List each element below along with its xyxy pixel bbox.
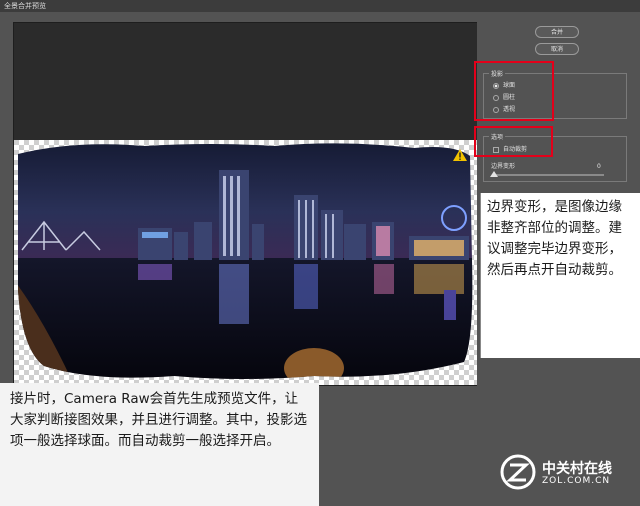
auto-crop-highlight bbox=[474, 126, 553, 157]
slider-thumb-icon[interactable] bbox=[490, 171, 498, 177]
merge-button[interactable]: 合并 bbox=[535, 26, 579, 38]
cancel-button[interactable]: 取消 bbox=[535, 43, 579, 55]
zol-logo: 中关村在线 ZOL.COM.CN bbox=[498, 452, 634, 496]
window-title: 全景合并预览 bbox=[0, 0, 640, 12]
watermark-site: ZOL.COM.CN bbox=[542, 476, 611, 486]
right-annotation: 边界变形，是图像边缘非整齐部位的调整。建议调整完毕边界变形，然后再点开自动裁剪。 bbox=[480, 193, 640, 358]
boundary-warp-value: 0 bbox=[597, 163, 601, 170]
warning-icon bbox=[453, 149, 467, 161]
boundary-warp-slider[interactable] bbox=[492, 174, 604, 176]
panorama-image bbox=[14, 140, 477, 385]
bottom-annotation: 接片时，Camera Raw会首先生成预览文件，让大家判断接图效果，并且进行调整… bbox=[0, 383, 319, 506]
boundary-warp-label: 边界变形 bbox=[491, 163, 516, 170]
watermark-brand: 中关村在线 bbox=[542, 461, 612, 477]
projection-highlight bbox=[474, 61, 554, 121]
panorama-preview bbox=[13, 22, 478, 386]
